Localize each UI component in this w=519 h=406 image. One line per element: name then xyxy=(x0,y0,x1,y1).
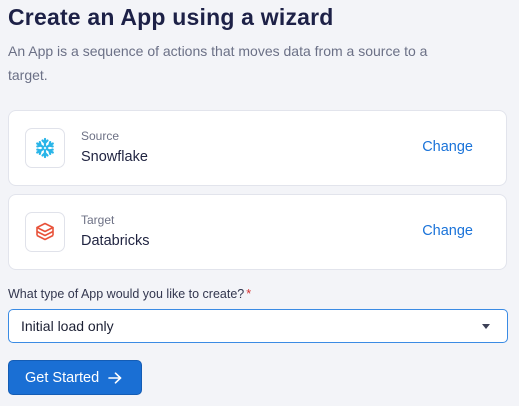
source-logo xyxy=(25,128,65,168)
target-logo xyxy=(25,212,65,252)
target-card: Target Databricks Change xyxy=(8,194,507,270)
app-type-question-text: What type of App would you like to creat… xyxy=(8,287,245,301)
get-started-button[interactable]: Get Started xyxy=(8,360,142,395)
app-type-select[interactable]: Initial load only xyxy=(8,309,508,343)
source-label: Source xyxy=(81,129,120,143)
app-wizard-page: Create an App using a wizard An App is a… xyxy=(0,0,519,406)
app-type-question: What type of App would you like to creat… xyxy=(8,287,251,301)
snowflake-icon xyxy=(36,137,54,159)
arrow-right-icon xyxy=(108,371,122,384)
get-started-label: Get Started xyxy=(25,369,100,386)
app-type-selected-value: Initial load only xyxy=(21,318,114,334)
source-value: Snowflake xyxy=(81,149,148,165)
change-source-link[interactable]: Change xyxy=(422,139,473,155)
required-marker: * xyxy=(246,287,252,301)
change-target-link[interactable]: Change xyxy=(422,223,473,239)
target-value: Databricks xyxy=(81,233,150,249)
databricks-icon xyxy=(36,222,54,241)
page-subtitle: An App is a sequence of actions that mov… xyxy=(8,43,428,83)
caret-down-icon xyxy=(482,324,490,329)
target-label: Target xyxy=(81,213,115,227)
source-card: Source Snowflake Change xyxy=(8,110,507,186)
page-title: Create an App using a wizard xyxy=(8,4,334,30)
